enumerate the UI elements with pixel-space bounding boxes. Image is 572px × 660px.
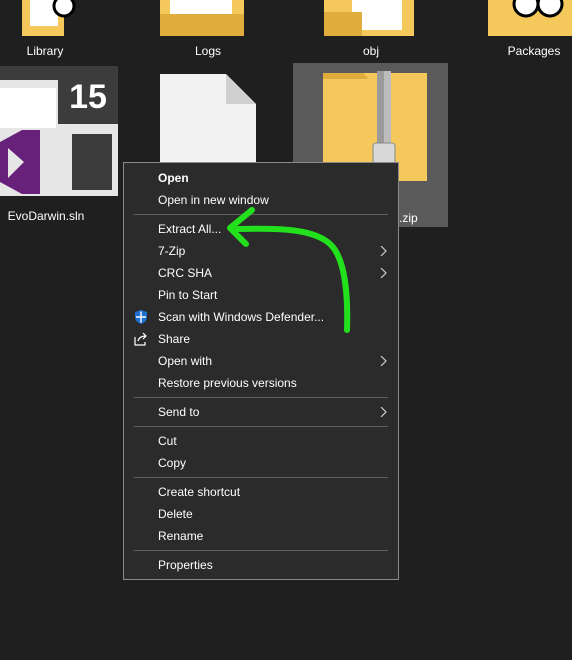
folder-label-logs: Logs — [194, 44, 222, 58]
menu-item-7zip[interactable]: 7-Zip — [124, 240, 398, 262]
menu-item-create-shortcut[interactable]: Create shortcut — [124, 481, 398, 503]
menu-item-open[interactable]: Open — [124, 167, 398, 189]
folder-icon-packages[interactable] — [486, 0, 572, 40]
chevron-right-icon — [380, 356, 387, 366]
menu-item-label: Open with — [158, 354, 213, 368]
windows-defender-shield-icon — [135, 310, 147, 324]
menu-item-label: Pin to Start — [158, 288, 218, 302]
menu-item-properties[interactable]: Properties — [124, 554, 398, 576]
menu-item-cut[interactable]: Cut — [124, 430, 398, 452]
menu-item-label: Properties — [158, 558, 213, 572]
folder-icon-logs[interactable] — [158, 0, 248, 40]
zip-file-label: .zip — [399, 211, 418, 225]
menu-item-label: Share — [158, 332, 191, 346]
share-icon — [134, 332, 147, 346]
context-menu: Open Open in new window Extract All... 7… — [123, 162, 399, 580]
menu-separator — [134, 477, 388, 478]
menu-item-crc-sha[interactable]: CRC SHA — [124, 262, 398, 284]
vs-version-number: 15 — [69, 78, 107, 116]
menu-item-label: Delete — [158, 507, 193, 521]
menu-item-label: Cut — [158, 434, 177, 448]
menu-item-extract-all[interactable]: Extract All... — [124, 218, 398, 240]
menu-item-label: Rename — [158, 529, 204, 543]
menu-item-label: Restore previous versions — [158, 376, 297, 390]
menu-item-label: Scan with Windows Defender... — [158, 310, 325, 324]
menu-item-label: Create shortcut — [158, 485, 241, 499]
menu-item-open-new-window[interactable]: Open in new window — [124, 189, 398, 211]
menu-item-label: Copy — [158, 456, 187, 470]
menu-item-copy[interactable]: Copy — [124, 452, 398, 474]
menu-item-open-with[interactable]: Open with — [124, 350, 398, 372]
folder-label-library: Library — [26, 44, 64, 58]
menu-item-scan-defender[interactable]: Scan with Windows Defender... — [124, 306, 398, 328]
chevron-right-icon — [380, 246, 387, 256]
menu-item-label: Send to — [158, 405, 200, 419]
menu-item-send-to[interactable]: Send to — [124, 401, 398, 423]
menu-item-label: Open — [158, 171, 189, 185]
menu-item-label: Extract All... — [158, 222, 222, 236]
menu-separator — [134, 214, 388, 215]
folder-icon-library[interactable] — [2, 0, 88, 40]
chevron-right-icon — [380, 407, 387, 417]
menu-item-label: Open in new window — [158, 193, 269, 207]
menu-item-pin-to-start[interactable]: Pin to Start — [124, 284, 398, 306]
document-icon[interactable] — [160, 74, 256, 162]
menu-item-restore-versions[interactable]: Restore previous versions — [124, 372, 398, 394]
menu-separator — [134, 426, 388, 427]
folder-label-obj: obj — [362, 44, 379, 58]
visual-studio-solution-icon[interactable]: 15 — [0, 66, 118, 196]
menu-item-label: 7-Zip — [158, 244, 186, 258]
menu-item-label: CRC SHA — [158, 266, 213, 280]
file-label-evodarwin-sln: EvoDarwin.sln — [7, 209, 85, 223]
menu-item-rename[interactable]: Rename — [124, 525, 398, 547]
menu-separator — [134, 550, 388, 551]
menu-item-delete[interactable]: Delete — [124, 503, 398, 525]
chevron-right-icon — [380, 268, 387, 278]
menu-item-share[interactable]: Share — [124, 328, 398, 350]
menu-separator — [134, 397, 388, 398]
folder-label-packages: Packages — [507, 44, 561, 58]
folder-icon-obj[interactable] — [322, 0, 418, 40]
